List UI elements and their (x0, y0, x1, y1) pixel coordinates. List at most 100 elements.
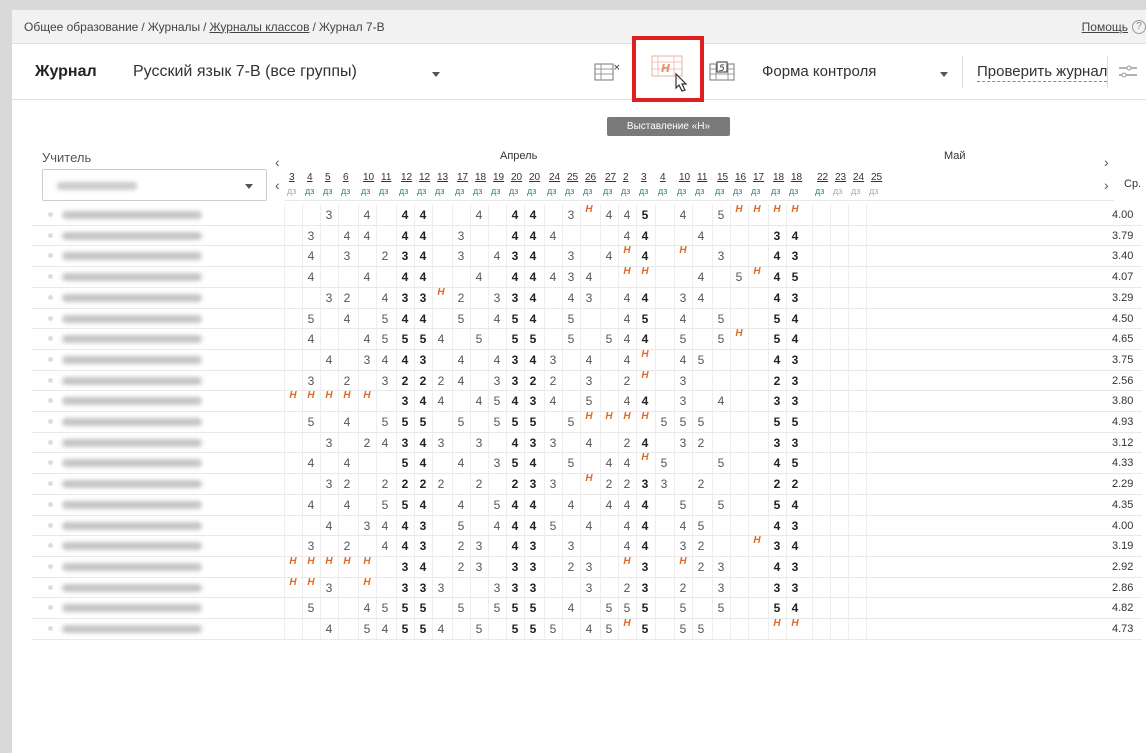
grade-cell[interactable]: 4 (452, 353, 470, 367)
grade-cell[interactable]: 2 (692, 539, 710, 553)
lesson-date[interactable]: 20 (529, 172, 540, 183)
grade-cell[interactable]: 4 (376, 519, 394, 533)
grade-cell[interactable]: 4 (636, 394, 654, 408)
student-name-redacted[interactable] (62, 231, 202, 240)
grade-cell[interactable]: 4 (674, 519, 692, 533)
grade-cell[interactable]: 5 (692, 519, 710, 533)
grade-cell[interactable]: 4 (376, 539, 394, 553)
grade-cell[interactable]: 4 (358, 270, 376, 284)
grade-cell[interactable]: 3 (414, 519, 432, 533)
student-name-redacted[interactable] (62, 542, 202, 551)
lesson-date[interactable]: 11 (381, 172, 391, 183)
grade-cell[interactable]: 4 (358, 601, 376, 615)
lesson-date[interactable]: 3 (289, 172, 295, 183)
lesson-date[interactable]: 24 (853, 172, 864, 183)
grade-cell[interactable]: Н (636, 411, 654, 422)
grade-cell[interactable]: Н (674, 245, 692, 256)
grade-cell[interactable]: 3 (636, 477, 654, 491)
student-name-redacted[interactable] (62, 625, 202, 633)
grade-cell[interactable]: 3 (338, 249, 356, 263)
grade-cell[interactable]: 4 (712, 394, 730, 408)
lesson-date[interactable]: 5 (325, 172, 331, 183)
grade-cell[interactable]: 5 (488, 415, 506, 429)
grade-cell[interactable]: 3 (470, 539, 488, 553)
lesson-date[interactable]: 25 (567, 172, 578, 183)
grade-cell[interactable]: 3 (396, 249, 414, 263)
grade-cell[interactable]: 5 (396, 498, 414, 512)
grade-cell[interactable]: 4 (414, 498, 432, 512)
grade-cell[interactable]: 4 (524, 353, 542, 367)
grade-cell[interactable]: 4 (618, 291, 636, 305)
grade-cell[interactable]: 4 (544, 270, 562, 284)
grade-cell[interactable]: 3 (636, 560, 654, 574)
grade-cell[interactable]: 4 (396, 312, 414, 326)
student-name-redacted[interactable] (62, 500, 202, 509)
grade-cell[interactable]: 5 (768, 415, 786, 429)
grade-cell[interactable]: 3 (786, 291, 804, 305)
grade-cell[interactable]: 4 (358, 229, 376, 243)
grade-cell[interactable]: 3 (414, 291, 432, 305)
grade-cell[interactable]: 4 (506, 229, 524, 243)
grade-cell[interactable]: 4 (636, 332, 654, 346)
grade-cell[interactable]: 4 (320, 519, 338, 533)
grade-cell[interactable]: 4 (618, 312, 636, 326)
grade-cell[interactable]: 3 (768, 394, 786, 408)
grade-cell[interactable]: 4 (674, 353, 692, 367)
grade-cell[interactable]: 3 (320, 436, 338, 450)
grade-cell[interactable]: 3 (524, 539, 542, 553)
grade-cell[interactable]: 3 (562, 270, 580, 284)
grade-cell[interactable]: 3 (786, 560, 804, 574)
grade-cell[interactable]: 2 (618, 477, 636, 491)
grade-cell[interactable]: 3 (768, 539, 786, 553)
grade-cell[interactable]: 4 (636, 498, 654, 512)
grade-cell[interactable]: Н (730, 328, 748, 339)
grade-cell[interactable]: 5 (636, 208, 654, 222)
grade-cell[interactable]: 3 (470, 560, 488, 574)
lesson-date[interactable]: 4 (660, 172, 666, 183)
grade-cell[interactable]: 2 (414, 374, 432, 388)
grade-cell[interactable]: 4 (414, 208, 432, 222)
grade-cell[interactable]: 5 (524, 415, 542, 429)
grade-cell[interactable]: 4 (470, 208, 488, 222)
grade-cell[interactable]: 3 (524, 394, 542, 408)
grade-cell[interactable]: 4 (524, 229, 542, 243)
grade-cell[interactable]: 5 (506, 456, 524, 470)
student-name-redacted[interactable] (62, 604, 202, 613)
grade-cell[interactable]: 5 (376, 498, 394, 512)
grade-cell[interactable]: 5 (414, 415, 432, 429)
grade-cell[interactable]: 4 (358, 208, 376, 222)
grade-cell[interactable]: Н (636, 266, 654, 277)
grade-cell[interactable]: 3 (302, 374, 320, 388)
grade-cell[interactable]: 4 (524, 291, 542, 305)
grade-cell[interactable]: 5 (302, 601, 320, 615)
grade-cell[interactable]: 4 (786, 498, 804, 512)
grade-cell[interactable]: 4 (452, 374, 470, 388)
grade-cell[interactable]: 5 (636, 601, 654, 615)
grade-cell[interactable]: Н (618, 266, 636, 277)
grade-cell[interactable]: 5 (768, 498, 786, 512)
grade-cell[interactable]: 5 (452, 312, 470, 326)
grade-cell[interactable]: 2 (414, 477, 432, 491)
grade-cell[interactable]: 5 (488, 394, 506, 408)
grade-cell[interactable]: 3 (506, 560, 524, 574)
grade-cell[interactable]: 4 (376, 291, 394, 305)
teacher-select[interactable] (42, 169, 267, 201)
grade-cell[interactable]: 3 (320, 477, 338, 491)
grade-cell[interactable]: 5 (506, 415, 524, 429)
grade-cell[interactable]: 3 (506, 353, 524, 367)
grade-cell[interactable]: 3 (544, 353, 562, 367)
grade-cell[interactable]: 4 (414, 436, 432, 450)
grade-cell[interactable]: 2 (768, 477, 786, 491)
grade-cell[interactable]: 3 (506, 249, 524, 263)
grade-cell[interactable]: 4 (302, 270, 320, 284)
grade-cell[interactable]: 2 (692, 477, 710, 491)
grade-cell[interactable]: 3 (452, 229, 470, 243)
grade-cell[interactable]: 3 (562, 539, 580, 553)
set-absence-button[interactable]: H (632, 36, 704, 102)
grade-cell[interactable]: 4 (636, 436, 654, 450)
grade-cell[interactable]: 5 (562, 456, 580, 470)
student-name-redacted[interactable] (62, 397, 202, 406)
student-name-redacted[interactable] (62, 480, 202, 489)
grade-cell[interactable]: 5 (414, 601, 432, 615)
grade-cell[interactable]: 4 (600, 208, 618, 222)
